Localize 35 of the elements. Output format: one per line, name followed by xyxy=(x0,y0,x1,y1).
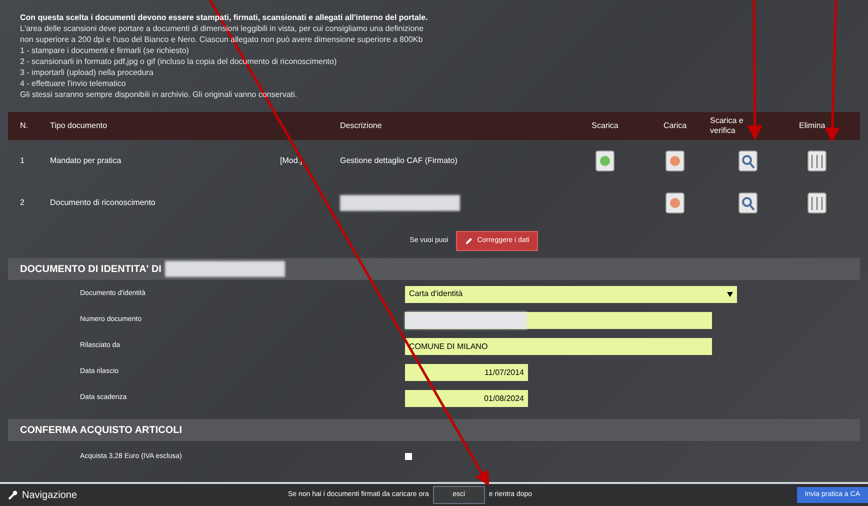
intro-text: 1 - stampare i documenti e firmarli (se richiesto) xyxy=(20,45,190,56)
dropdown-icon xyxy=(727,292,733,296)
input-field[interactable]: COMUNE DI MILANO xyxy=(405,338,712,354)
date-field[interactable]: 11/07/2014 xyxy=(405,364,528,380)
delete-icon[interactable] xyxy=(806,192,826,214)
input-field[interactable] xyxy=(405,312,712,328)
table-cell-text: 1 xyxy=(20,155,26,167)
section-title: DOCUMENTO DI IDENTITA' DI xyxy=(20,262,162,276)
document-type-select[interactable]: Carta d'identità xyxy=(405,286,737,302)
column-header: N. xyxy=(20,120,29,132)
column-header: Elimina xyxy=(799,120,826,132)
column-header: Scarica e verifica xyxy=(710,116,744,136)
magnifier-icon[interactable] xyxy=(738,150,758,172)
column-header: Descrizione xyxy=(340,120,383,132)
table-cell-text: Documento di riconoscimento xyxy=(50,197,156,209)
table-cell: Gestione dettaglio CAF (Firmato) xyxy=(340,156,458,165)
column-header: Scarica xyxy=(592,120,618,132)
section-title: CONFERMA ACQUISTO ARTICOLI xyxy=(20,424,182,438)
navigation-label[interactable]: Navigazione xyxy=(22,488,78,502)
wrench-icon xyxy=(8,490,18,500)
table-cell: [Mod.] xyxy=(280,156,302,165)
date-field[interactable]: 01/08/2024 xyxy=(405,390,528,406)
purchase-checkbox[interactable] xyxy=(405,452,412,460)
column-header: Tipo documento xyxy=(50,120,108,132)
pencil-icon xyxy=(465,237,474,245)
magnifier-icon[interactable] xyxy=(738,192,758,214)
table-cell-text: 2 xyxy=(20,197,26,209)
intro-text: 4 - effettuare l'invio telematico xyxy=(20,78,127,89)
table-cell-text: Mandato per pratica xyxy=(50,155,122,167)
column-header: Carica xyxy=(663,120,687,132)
upload-icon[interactable] xyxy=(665,150,685,172)
download-icon[interactable] xyxy=(595,150,615,172)
upload-icon[interactable] xyxy=(665,192,685,214)
delete-icon[interactable] xyxy=(806,150,826,172)
intro-text: 3 - importarli (upload) nella procedura xyxy=(20,67,154,78)
